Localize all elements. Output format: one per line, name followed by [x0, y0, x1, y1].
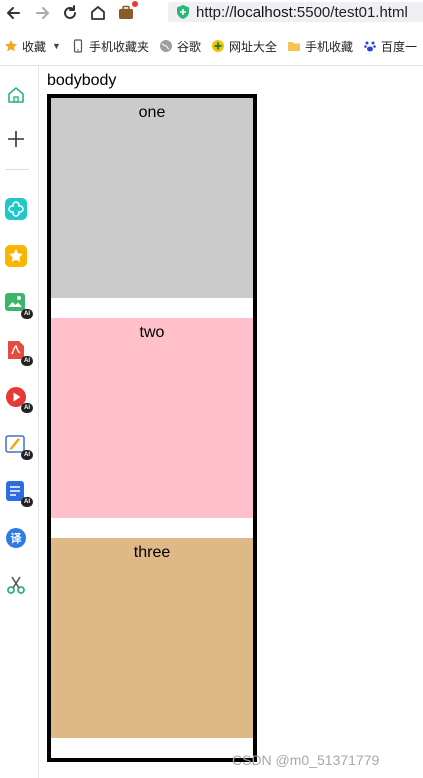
reload-icon — [64, 5, 76, 19]
ai-badge: AI — [21, 497, 33, 507]
url-path: :5500/test01.html — [292, 3, 408, 21]
back-arrow-icon — [7, 7, 20, 19]
briefcase-icon — [119, 5, 133, 19]
forward-button[interactable] — [28, 1, 56, 25]
bookmarks-bar: 收藏 ▼ 手机收藏夹 谷歌 网址大全 手机收藏 百度一 — [0, 33, 423, 59]
box-one: one — [51, 98, 253, 298]
ai-badge: AI — [21, 450, 33, 460]
address-bar[interactable]: http://localhost:5500/test01.html — [168, 2, 423, 22]
bookmark-label: 网址大全 — [228, 39, 277, 54]
phone-icon — [73, 39, 83, 53]
bookmark-favorites[interactable]: 收藏 ▼ — [4, 38, 61, 55]
folder-icon — [287, 42, 300, 51]
sidebar-divider — [5, 169, 29, 170]
sidebar-app-pdf-ai[interactable]: AI — [4, 338, 33, 366]
bookmark-label: 手机收藏 — [304, 39, 353, 54]
watermark: CSDN @m0_51371779 — [232, 752, 380, 768]
bookmark-mobile[interactable]: 手机收藏 — [287, 38, 353, 55]
sidebar-app-video-ai[interactable]: AI — [4, 385, 33, 413]
bookmark-mobile-favorites[interactable]: 手机收藏夹 — [71, 38, 149, 55]
reload-button[interactable] — [56, 1, 84, 25]
sidebar-app-image-ai[interactable]: AI — [4, 291, 33, 319]
body-text: bodybody — [47, 72, 117, 89]
url-host: localhost — [233, 3, 293, 21]
dropdown-arrow-icon[interactable]: ▼ — [52, 41, 61, 51]
bookmark-label: 收藏 — [22, 39, 47, 54]
clover-app-icon — [5, 198, 27, 220]
svg-text:译: 译 — [11, 532, 23, 545]
paw-icon — [364, 41, 376, 52]
globe-icon — [159, 40, 172, 52]
translate-icon: 译 — [6, 528, 26, 548]
ai-badge: AI — [21, 356, 33, 366]
sidebar-app-notes-ai[interactable]: AI — [4, 432, 33, 460]
left-sidebar: AI AI AI AI AI 译 — [0, 66, 39, 778]
sidebar-home[interactable] — [4, 83, 28, 107]
home-icon — [8, 87, 24, 103]
box-label: two — [139, 324, 165, 341]
toolbar-divider — [0, 65, 423, 66]
sidebar-add[interactable] — [4, 127, 28, 151]
notification-dot — [132, 1, 138, 7]
sidebar-app-clover[interactable] — [4, 197, 28, 221]
box-two: two — [51, 318, 253, 518]
sidebar-app-favorites[interactable] — [4, 244, 28, 268]
home-icon — [91, 6, 105, 20]
home-button[interactable] — [84, 1, 112, 25]
bookmark-label: 谷歌 — [176, 39, 201, 54]
bookmark-label: 手机收藏夹 — [88, 39, 149, 54]
sidebar-app-docs-ai[interactable]: AI — [4, 479, 33, 507]
ai-badge: AI — [21, 403, 33, 413]
box-label: one — [138, 104, 166, 121]
bookmark-google[interactable]: 谷歌 — [159, 38, 201, 55]
ai-badge: AI — [21, 309, 33, 319]
url-prefix: http:// — [196, 3, 234, 21]
bookmark-label: 百度一 — [381, 39, 418, 54]
outer-container: one two three — [47, 94, 257, 762]
box-label: three — [133, 544, 171, 561]
bookmark-baidu[interactable]: 百度一 — [363, 38, 417, 55]
browser-toolbar: http://localhost:5500/test01.html — [0, 0, 423, 26]
shield-icon — [177, 5, 189, 19]
scissors-icon — [7, 576, 25, 594]
back-button[interactable] — [0, 1, 28, 25]
box-three: three — [51, 538, 253, 738]
sidebar-app-translate[interactable]: 译 — [4, 526, 28, 550]
bookmark-hao[interactable]: 网址大全 — [211, 38, 277, 55]
plus-circle-icon — [211, 40, 224, 52]
plus-icon — [8, 131, 24, 147]
forward-arrow-icon — [36, 7, 49, 19]
sidebar-app-scissors[interactable] — [4, 573, 28, 597]
star-icon — [5, 40, 17, 52]
star-app-icon — [5, 245, 27, 267]
extensions-button[interactable] — [112, 1, 140, 25]
